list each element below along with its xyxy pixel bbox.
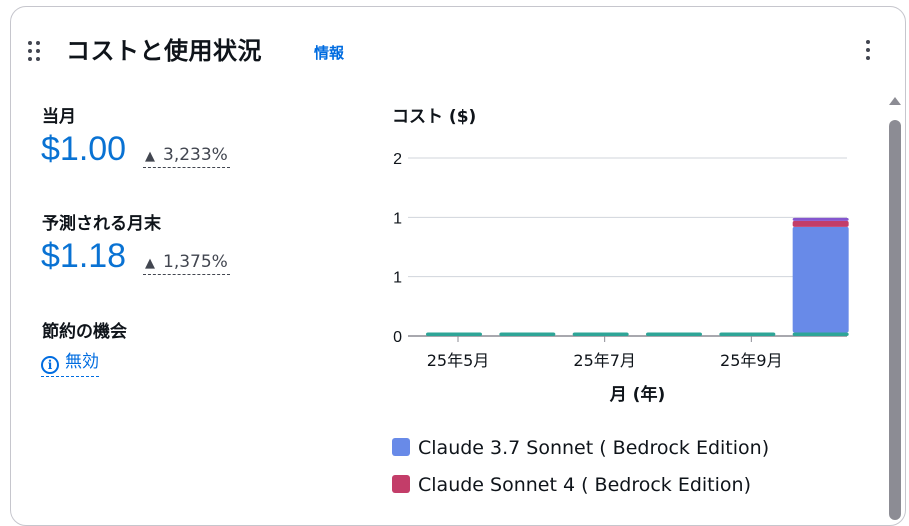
triangle-up-icon: ▲ [145,149,155,164]
x-axis-title: 月 (年) [609,384,665,405]
y-tick-label: 1 [393,210,402,227]
legend-swatch [392,475,410,493]
savings-label: 節約の機会 [42,322,127,342]
y-tick-label: 0 [393,329,402,346]
forecast-label: 予測される月末 [42,214,161,234]
savings-status-link[interactable]: i 無効 [41,347,99,377]
x-tick-label: 25年5月 [427,351,490,370]
current-month-label: 当月 [42,107,76,127]
bar-segment [426,332,482,336]
bar-segment [499,332,556,336]
triangle-up-icon: ▲ [145,256,155,271]
bar-segment [792,217,849,221]
legend-swatch [392,438,410,456]
x-tick-label: 25年9月 [720,351,783,370]
current-month-change[interactable]: ▲ 3,233% [143,145,230,168]
info-link[interactable]: 情報 [314,42,344,63]
forecast-change-value: 1,375% [163,252,228,272]
bar-segment [719,332,776,336]
legend-item[interactable]: Claude Sonnet 4 ( Bedrock Edition) [392,474,751,496]
current-month-value: $1.00 [41,130,127,168]
legend-item[interactable]: Claude 3.7 Sonnet ( Bedrock Edition) [392,437,769,459]
x-tick-label: 25年7月 [573,351,636,370]
scroll-up-icon[interactable] [889,97,901,105]
forecast-value: $1.18 [41,237,127,275]
legend-label: Claude 3.7 Sonnet ( Bedrock Edition) [418,437,770,459]
bar-segment [792,332,849,336]
forecast-change[interactable]: ▲ 1,375% [143,252,230,275]
bar-segment [572,332,629,336]
bar-segment [792,220,849,227]
current-month-change-value: 3,233% [163,145,228,165]
more-vertical-icon[interactable] [861,38,875,64]
y-tick-label: 1 [393,270,402,287]
bar-segment [646,332,702,336]
savings-status: 無効 [65,352,99,372]
widget-title: コストと使用状況 [66,37,262,65]
scrollbar-thumb[interactable] [889,120,901,520]
chart-title: コスト ($) [392,107,477,127]
cost-chart: 0 1 1 2 25年5月 25年7月 25年9月月 (年) [393,151,849,405]
y-tick-label: 2 [393,151,402,168]
drag-handle-icon[interactable] [28,41,42,61]
bar-segment [792,226,849,333]
legend-label: Claude Sonnet 4 ( Bedrock Edition) [418,474,751,496]
info-icon: i [41,356,59,374]
